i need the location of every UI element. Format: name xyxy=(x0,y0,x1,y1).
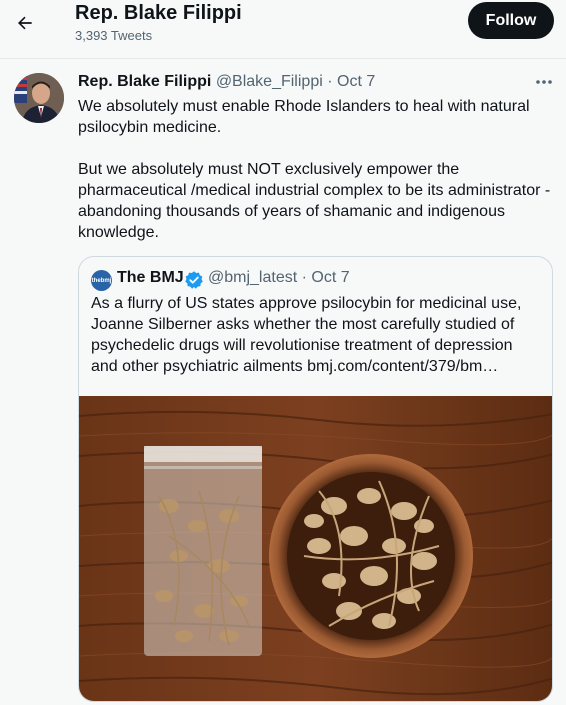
more-options-button[interactable] xyxy=(532,72,556,92)
tweet-paragraph: But we absolutely must NOT exclusively e… xyxy=(78,161,551,241)
quoted-tweet[interactable]: thebmj The BMJ @bmj_latest · Oct 7 As a … xyxy=(78,256,553,702)
tweet-author-name[interactable]: Rep. Blake Filippi xyxy=(78,73,211,90)
quote-handle: @bmj_latest xyxy=(208,269,298,286)
tweet-count: 3,393 Tweets xyxy=(75,28,153,43)
mushroom-photo[interactable] xyxy=(79,396,553,702)
meta-separator: · xyxy=(327,73,333,90)
avatar-photo xyxy=(14,73,64,123)
quote-meta: @bmj_latest · Oct 7 xyxy=(208,269,350,287)
quote-avatar: thebmj xyxy=(91,270,112,291)
verified-badge-icon xyxy=(185,271,203,289)
tweet-body: We absolutely must enable Rhode Islander… xyxy=(78,96,556,243)
header-divider xyxy=(0,58,566,59)
more-horizontal-icon xyxy=(536,80,552,84)
quote-body: As a flurry of US states approve psilocy… xyxy=(91,295,522,375)
arrow-left-icon xyxy=(18,16,32,30)
profile-header: Rep. Blake Filippi 3,393 Tweets Follow xyxy=(0,0,566,58)
quote-author-name: The BMJ xyxy=(117,269,184,286)
tweet-paragraph: We absolutely must enable Rhode Islander… xyxy=(78,98,530,136)
meta-separator: · xyxy=(301,269,307,286)
profile-title: Rep. Blake Filippi xyxy=(75,2,242,24)
avatar[interactable] xyxy=(14,73,64,123)
tweet-date[interactable]: Oct 7 xyxy=(337,73,375,90)
quote-date: Oct 7 xyxy=(311,269,350,286)
tweet-author-line: Rep. Blake Filippi @Blake_Filippi · Oct … xyxy=(78,73,375,91)
back-button[interactable] xyxy=(10,8,40,38)
tweet-handle[interactable]: @Blake_Filippi xyxy=(216,73,323,90)
follow-button[interactable]: Follow xyxy=(468,2,554,39)
